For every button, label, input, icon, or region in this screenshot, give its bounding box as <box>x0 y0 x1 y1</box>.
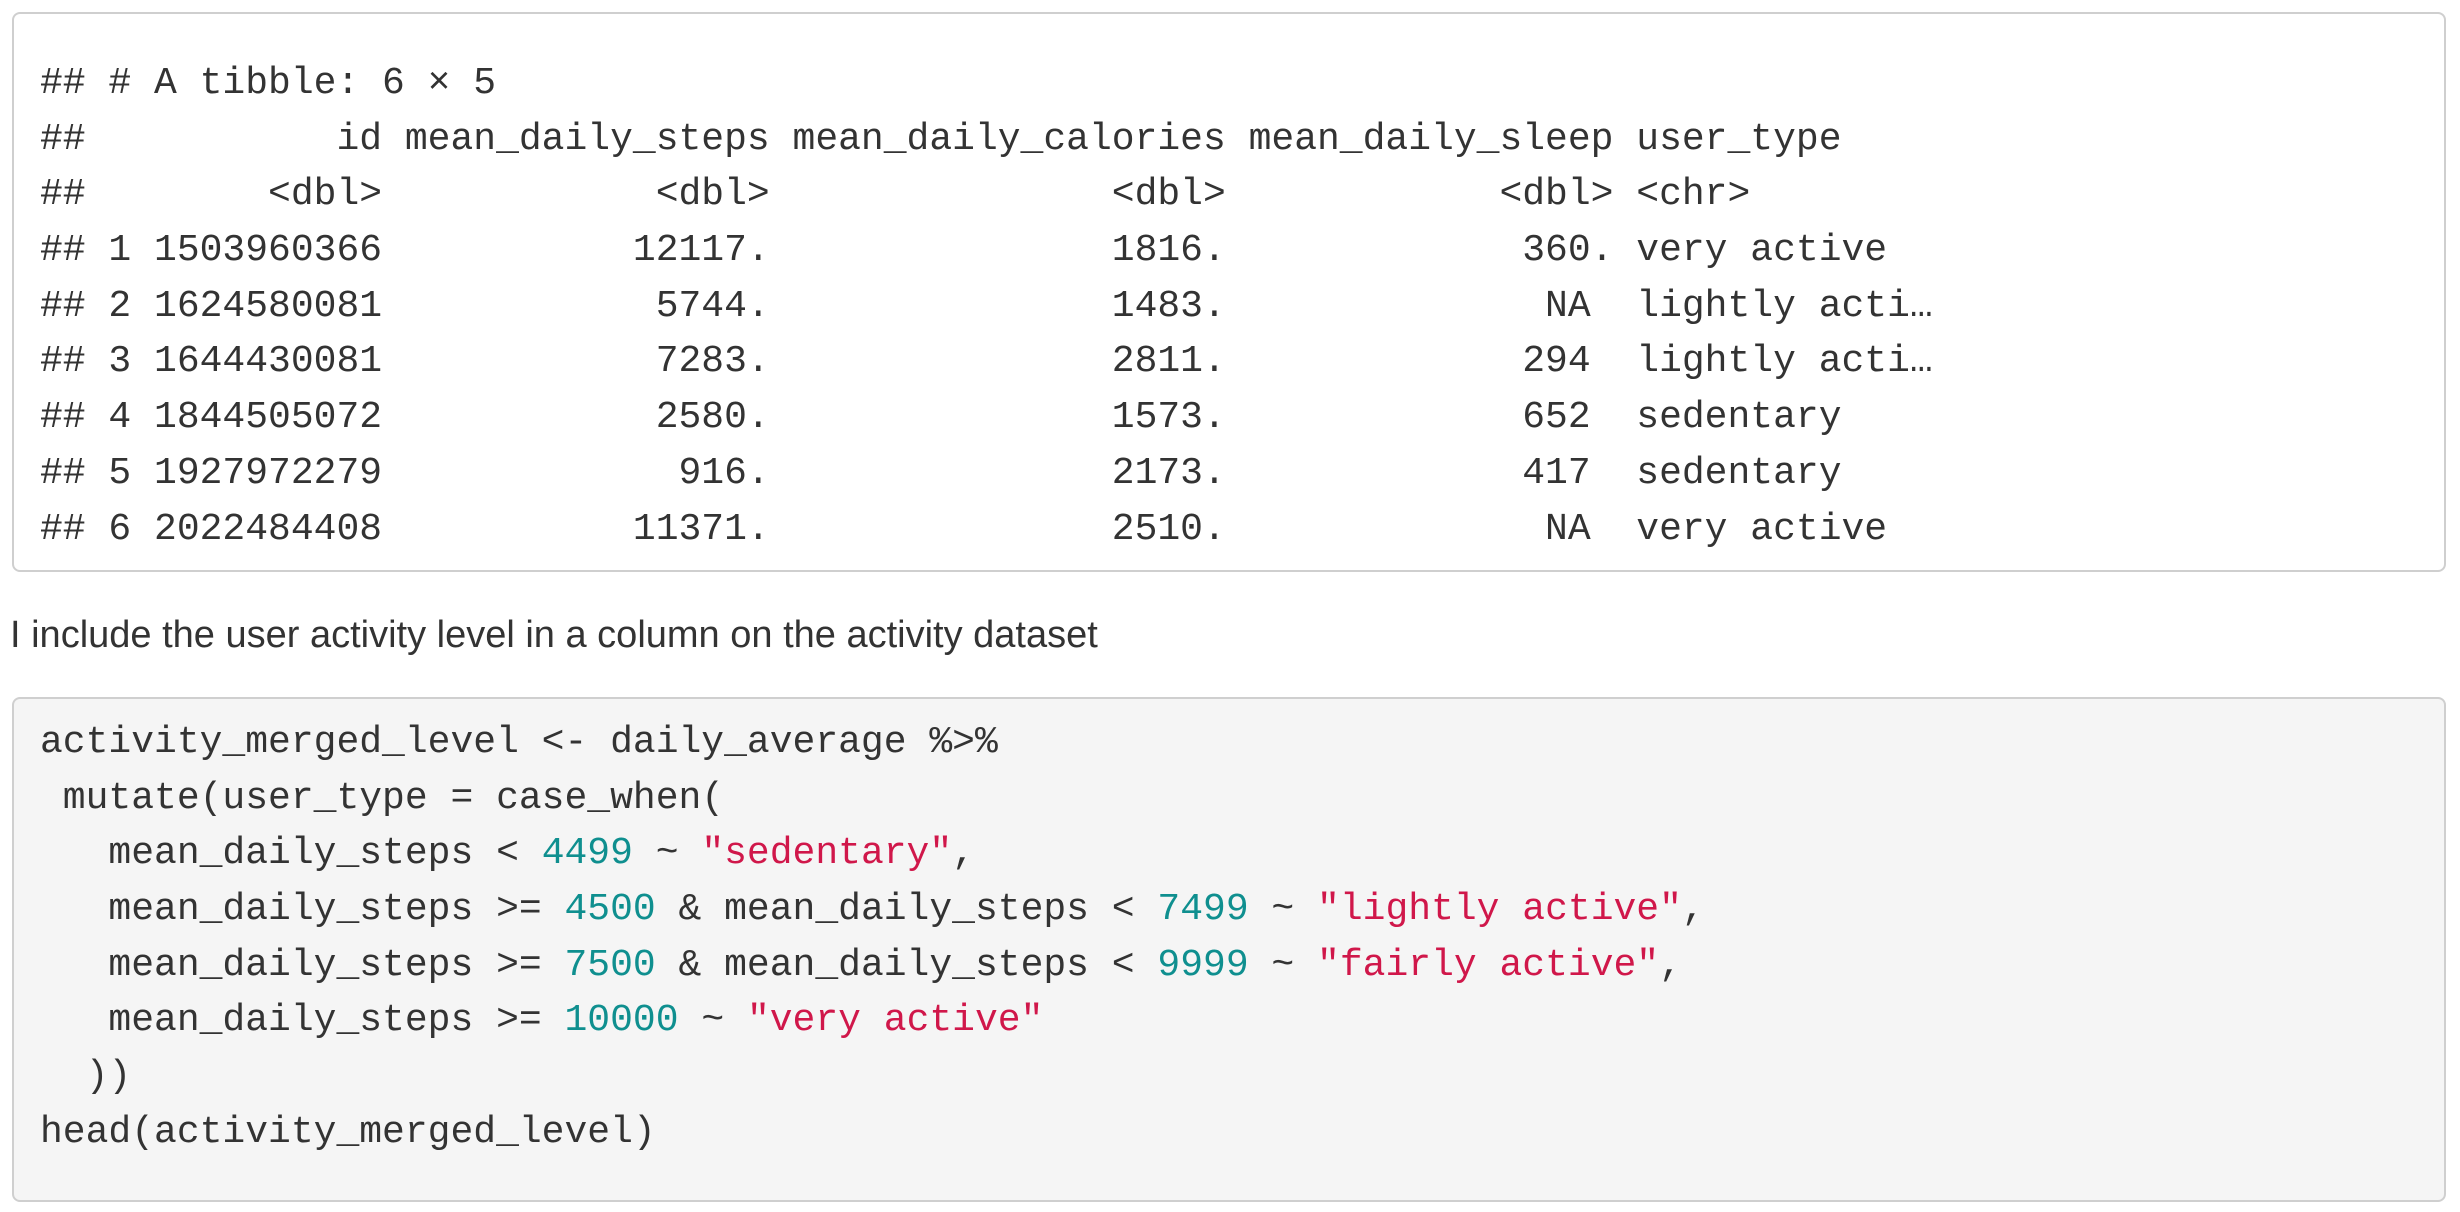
output-line: ## 5 1927972279 916. 2173. 417 sedentary <box>40 451 1842 495</box>
output-line: ## 4 1844505072 2580. 1573. 652 sedentar… <box>40 396 1842 440</box>
code-line: activity_merged_level <- daily_average %… <box>40 721 998 764</box>
output-line: ## 3 1644430081 7283. 2811. 294 lightly … <box>40 340 1933 384</box>
code-block: activity_merged_level <- daily_average %… <box>12 697 2446 1202</box>
number-literal: 4499 <box>541 832 633 876</box>
number-literal: 7499 <box>1157 888 1249 932</box>
code-line: mean_daily_steps >= 4500 & mean_daily_st… <box>40 888 1705 932</box>
output-line: ## 2 1624580081 5744. 1483. NA lightly a… <box>40 284 1933 328</box>
console-output-block: ## # A tibble: 6 × 5 ## id mean_daily_ste… <box>12 12 2446 572</box>
output-line: ## 6 2022484408 11371. 2510. NA very act… <box>40 507 1888 551</box>
output-line: ## <dbl> <dbl> <dbl> <dbl> <chr> <box>40 173 1751 217</box>
output-line: ## 1 1503960366 12117. 1816. 360. very a… <box>40 229 1888 273</box>
output-line: ## # A tibble: 6 × 5 <box>40 62 497 105</box>
code-line: head(activity_merged_level) <box>40 1110 656 1154</box>
string-literal: "sedentary" <box>701 832 953 876</box>
number-literal: 10000 <box>564 999 679 1043</box>
r-code: activity_merged_level <- daily_average %… <box>40 715 1705 1161</box>
string-literal: "very active" <box>746 999 1044 1043</box>
tibble-output: ## # A tibble: 6 × 5 ## id mean_daily_ste… <box>40 56 1933 557</box>
number-literal: 9999 <box>1157 943 1249 987</box>
code-line: mean_daily_steps >= 10000 ~ "very active… <box>40 999 1044 1043</box>
string-literal: "fairly active" <box>1317 943 1660 987</box>
string-literal: "lightly active" <box>1317 888 1682 932</box>
code-line: mutate(user_type = case_when( <box>40 776 725 820</box>
number-literal: 7500 <box>564 943 656 987</box>
number-literal: 4500 <box>564 888 656 932</box>
prose-paragraph: I include the user activity level in a c… <box>10 614 1098 656</box>
output-line: ## id mean_daily_steps mean_daily_calori… <box>40 117 1842 161</box>
code-line: )) <box>40 1055 132 1099</box>
code-line: mean_daily_steps >= 7500 & mean_daily_st… <box>40 943 1682 987</box>
code-line: mean_daily_steps < 4499 ~ "sedentary", <box>40 832 975 876</box>
